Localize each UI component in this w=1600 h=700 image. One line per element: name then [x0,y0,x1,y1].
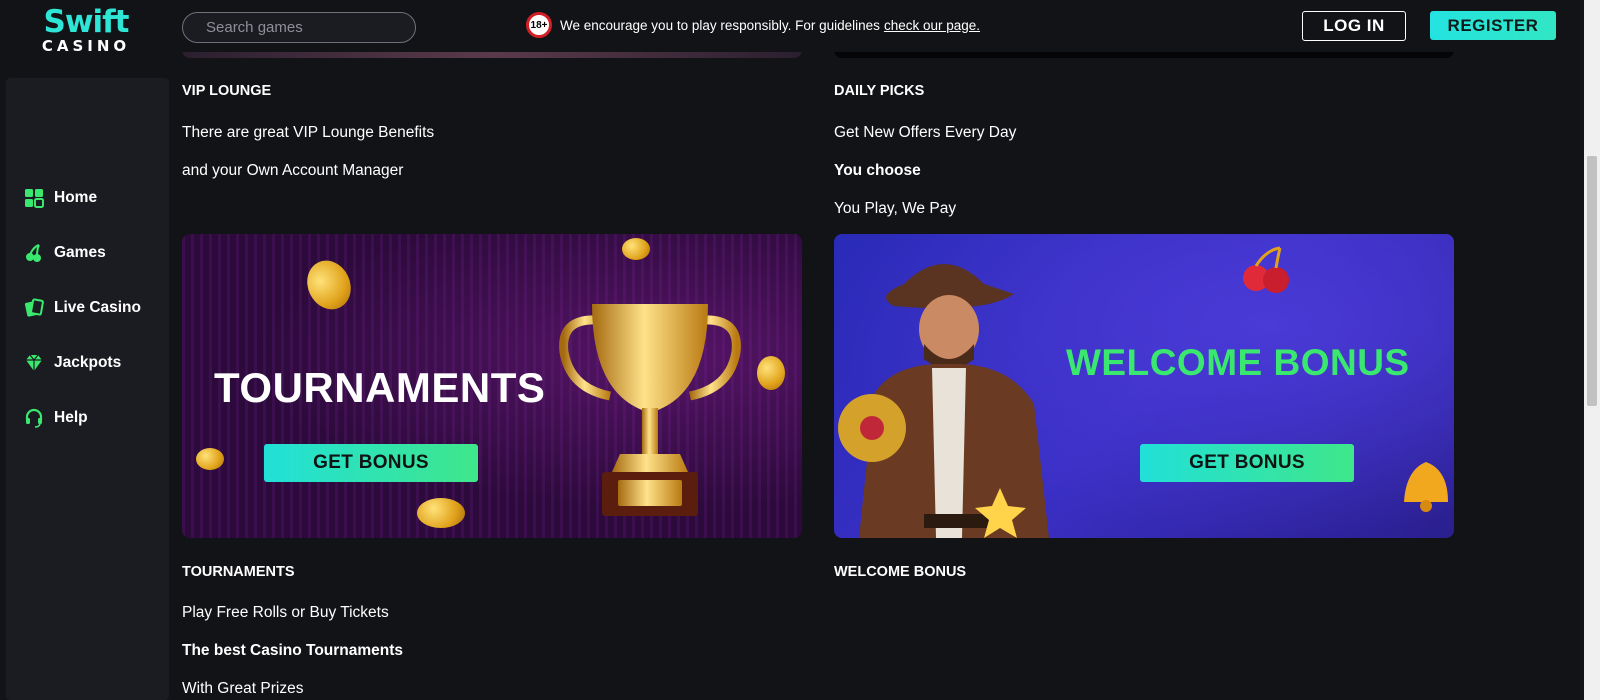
sidebar-item-label: Games [54,244,106,261]
tournaments-title: TOURNAMENTS [182,564,295,580]
top-header: Swift CASINO 18+ We encourage you to pla… [0,0,1584,54]
coin-icon [196,448,224,470]
daily-picks-line-2: You choose [834,162,921,179]
coin-icon [299,253,359,317]
headset-icon [23,407,45,429]
notice-text: We encourage you to play responsibly. Fo… [560,17,880,33]
welcome-get-bonus-button[interactable]: GET BONUS [1140,444,1354,482]
swift-casino-logo[interactable]: Swift CASINO [30,6,142,62]
guidelines-link[interactable]: check our page. [884,18,980,33]
tournaments-line-2: The best Casino Tournaments [182,642,404,659]
page-scrollbar[interactable] [1584,0,1600,700]
coin-icon [417,498,465,528]
cowboy-character-icon [838,264,1049,538]
cherries-icon [23,242,45,264]
vip-lounge-title: VIP LOUNGE [182,83,272,99]
cards-icon [23,297,45,319]
sidebar-item-label: Home [54,189,98,206]
coin-icon [757,356,785,390]
sidebar-item-games[interactable]: Games [6,233,169,273]
welcome-bonus-banner-title: WELCOME BONUS [1066,342,1410,383]
coin-icon [622,238,650,260]
register-button[interactable]: REGISTER [1430,11,1556,40]
logo-text-swift: Swift [43,4,130,40]
sidebar-nav: Home Games Live Casino Jackpots Help [6,78,169,700]
tournaments-get-bonus-button[interactable]: GET BONUS [264,444,478,482]
daily-picks-line-3: You Play, We Pay [834,200,957,217]
vip-lounge-line-2: and your Own Account Manager [182,162,404,179]
tournaments-line-1: Play Free Rolls or Buy Tickets [182,604,389,621]
diamond-icon [23,352,45,374]
bell-icon [1404,462,1448,512]
welcome-bonus-title: WELCOME BONUS [834,564,967,580]
daily-picks-title: DAILY PICKS [834,83,925,99]
logo-text-casino: CASINO [41,37,131,55]
responsible-gaming-notice: 18+ We encourage you to play responsibly… [526,12,980,38]
sidebar-item-home[interactable]: Home [6,178,169,218]
sidebar-item-label: Help [54,409,88,426]
trophy-icon [559,304,741,516]
search-input[interactable] [182,12,416,43]
tournaments-banner-title: TOURNAMENTS [214,364,546,411]
tournaments-banner[interactable]: TOURNAMENTS GET BONUS [182,234,802,538]
sidebar-item-jackpots[interactable]: Jackpots [6,343,169,383]
login-button[interactable]: LOG IN [1302,11,1406,41]
vip-lounge-line-1: There are great VIP Lounge Benefits [182,124,435,141]
scrollbar-thumb[interactable] [1587,156,1597,406]
sidebar-item-label: Live Casino [54,299,141,316]
sidebar-item-live-casino[interactable]: Live Casino [6,288,169,328]
age-restriction-icon: 18+ [526,12,552,38]
sidebar-item-help[interactable]: Help [6,398,169,438]
grid-icon [23,187,45,209]
sidebar-item-label: Jackpots [54,354,122,371]
daily-picks-line-1: Get New Offers Every Day [834,124,1017,141]
welcome-bonus-banner[interactable]: WELCOME BONUS GET BONUS [834,234,1454,538]
cherries-icon [1243,246,1289,293]
tournaments-line-3: With Great Prizes [182,680,304,697]
